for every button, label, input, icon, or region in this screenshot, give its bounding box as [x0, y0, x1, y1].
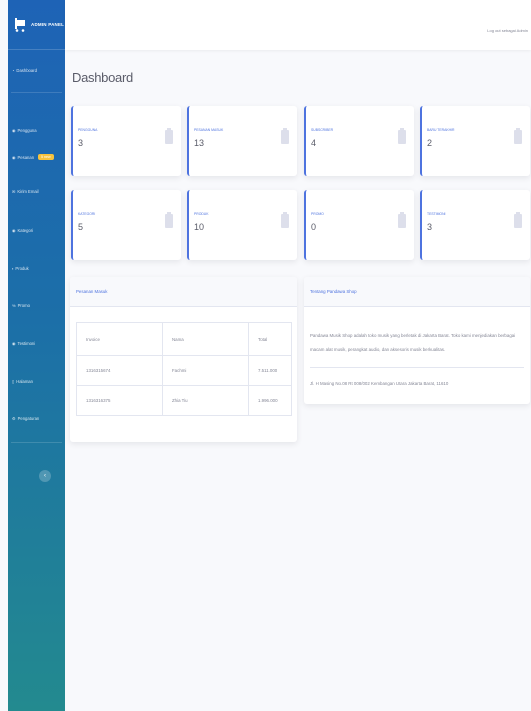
sidebar-item-produk[interactable]: ▪ Produk — [12, 266, 29, 271]
stat-card-label: KATEGORI — [78, 212, 96, 216]
trash-icon — [165, 212, 173, 228]
orders-panel-title: Pesanan Masuk — [70, 277, 297, 307]
percent-icon: % — [12, 303, 16, 308]
stat-card-value: 5 — [78, 222, 84, 232]
comment-icon: ◉ — [12, 341, 16, 346]
stat-card-label: PRODUK — [194, 212, 209, 216]
sidebar-item-label: Produk — [15, 266, 29, 271]
divider — [11, 92, 62, 93]
sidebar-item-label: Dashboard — [16, 68, 37, 73]
stat-card-pesanan-masuk: PESANAN MASUK 13 — [187, 106, 297, 176]
cart-icon: ◉ — [12, 154, 16, 160]
stat-card-value: 3 — [78, 138, 84, 148]
column-header-invoice: Invoice — [76, 322, 163, 356]
order-total: 1.996.000 — [248, 385, 292, 416]
order-name: Fachmi — [162, 355, 249, 386]
cart-icon — [15, 17, 25, 32]
stat-card-label: TESTIMONI — [427, 212, 446, 216]
sidebar-toggle-button[interactable]: ‹ — [39, 470, 51, 482]
table-row[interactable]: 1316315674 Fachmi 7.511.000 — [76, 355, 292, 386]
logout-link[interactable]: Log out sebagai Admin — [487, 28, 528, 33]
envelope-icon: ✉ — [12, 189, 16, 194]
about-panel: Tentang Pandawa Shop Pandawa Musik Shop … — [304, 277, 530, 404]
divider — [310, 367, 524, 368]
stat-card-subscriber: SUBSCRIBER 4 — [304, 106, 414, 176]
sidebar-item-label: Kategori — [17, 228, 34, 233]
column-header-nama: Nama — [162, 322, 249, 356]
trash-icon — [514, 128, 522, 144]
stat-card-value: 0 — [311, 222, 317, 232]
file-icon: ▯ — [12, 379, 15, 384]
table-header-row: Invoice Nama Total — [76, 322, 292, 356]
page-title: Dashboard — [72, 70, 133, 85]
trash-icon — [514, 212, 522, 228]
users-icon: ◉ — [12, 128, 16, 133]
order-total: 7.511.000 — [248, 355, 292, 386]
sidebar-item-label: Pesanan — [17, 154, 35, 160]
topbar: Log out sebagai Admin — [65, 0, 531, 50]
table-row[interactable]: 1316316375 Zhia Tiu 1.996.000 — [76, 385, 292, 416]
stat-card-value: 3 — [427, 222, 433, 232]
gear-icon: ⚙ — [12, 416, 16, 421]
stat-card-value: 13 — [194, 138, 205, 148]
sidebar-item-dashboard[interactable]: ◔ Dashboard — [12, 68, 37, 73]
sidebar-item-pengaturan[interactable]: ⚙ Pengaturan — [12, 416, 39, 421]
sidebar-item-label: Halaman — [16, 379, 33, 384]
trash-icon — [398, 212, 406, 228]
stat-card-produk: PRODUK 10 — [187, 190, 297, 260]
stat-card-label: BARU TERAKHIR — [427, 128, 455, 132]
stat-card-label: PESANAN MASUK — [194, 128, 224, 132]
new-orders-badge: 5 new — [38, 154, 54, 160]
sidebar: ADMIN PANEL ◔ Dashboard ◉ Pengguna ◉ Pes… — [8, 0, 65, 711]
sidebar-item-halaman[interactable]: ▯ Halaman — [12, 379, 33, 384]
divider — [11, 442, 62, 443]
about-panel-title: Tentang Pandawa Shop — [304, 277, 530, 307]
order-invoice: 1316316375 — [76, 385, 163, 416]
sidebar-item-pesanan[interactable]: ◉ Pesanan 5 new — [12, 154, 54, 160]
tag-icon: ◉ — [12, 228, 16, 233]
stat-card-pengguna: PENGGUNA 3 — [71, 106, 181, 176]
sidebar-item-testimoni[interactable]: ◉ Testimoni — [12, 341, 35, 346]
box-icon: ▪ — [12, 266, 14, 271]
gauge-icon: ◔ — [12, 68, 15, 73]
sidebar-item-kirim-email[interactable]: ✉ Kirim Email — [12, 189, 39, 194]
sidebar-item-label: Pengguna — [17, 128, 37, 133]
trash-icon — [398, 128, 406, 144]
stat-card-promo: PROMO 0 — [304, 190, 414, 260]
stat-card-label: PENGGUNA — [78, 128, 98, 132]
sidebar-item-kategori[interactable]: ◉ Kategori — [12, 228, 33, 233]
stat-card-kategori: KATEGORI 5 — [71, 190, 181, 260]
chevron-left-icon: ‹ — [44, 473, 46, 479]
stat-card-value: 2 — [427, 138, 433, 148]
stat-card-testimoni: TESTIMONI 3 — [420, 190, 530, 260]
stat-card-baru-terakhir: BARU TERAKHIR 2 — [420, 106, 530, 176]
sidebar-item-promo[interactable]: % Promo — [12, 303, 30, 308]
order-name: Zhia Tiu — [162, 385, 249, 416]
brand-name: ADMIN PANEL — [31, 22, 65, 27]
trash-icon — [281, 128, 289, 144]
sidebar-item-label: Promo — [17, 303, 30, 308]
trash-icon — [165, 128, 173, 144]
order-invoice: 1316315674 — [76, 355, 163, 386]
orders-panel: Pesanan Masuk Invoice Nama Total 1316315… — [70, 277, 297, 442]
stat-card-label: SUBSCRIBER — [311, 128, 334, 132]
sidebar-item-label: Kirim Email — [17, 189, 39, 194]
trash-icon — [281, 212, 289, 228]
orders-table: Invoice Nama Total 1316315674 Fachmi 7.5… — [76, 322, 292, 416]
about-description: Pandawa Musik Shop adalah toko musik yan… — [310, 333, 516, 352]
store-address: Jl. H Masing No.08 Rt 008/002 Kembangan … — [310, 381, 449, 386]
sidebar-item-pengguna[interactable]: ◉ Pengguna — [12, 128, 37, 133]
sidebar-item-label: Pengaturan — [17, 416, 40, 421]
column-header-total: Total — [248, 322, 292, 356]
stat-card-value: 10 — [194, 222, 205, 232]
brand[interactable]: ADMIN PANEL — [8, 0, 65, 50]
stat-card-label: PROMO — [311, 212, 324, 216]
stat-card-value: 4 — [311, 138, 317, 148]
sidebar-item-label: Testimoni — [17, 341, 36, 346]
